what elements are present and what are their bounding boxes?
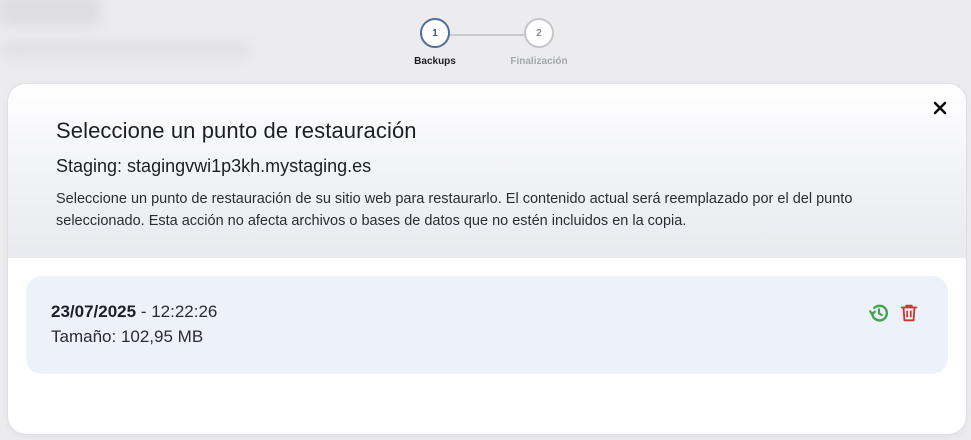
background-page-subtitle-blurred [0,42,250,58]
stepper: 1 Backups 2 Finalización [400,18,580,74]
backup-size: Tamaño: 102,95 MB [51,327,203,347]
backup-size-label: Tamaño: [51,327,121,346]
staging-domain: Staging: stagingvwi1p3kh.mystaging.es [56,156,372,176]
step-backups: 1 Backups [400,18,470,67]
backup-time: 12:22:26 [151,302,218,321]
modal-header: Seleccione un punto de restauración Stag… [8,84,966,258]
background-page-title-blurred [0,0,100,26]
backup-item: 23/07/2025 - 12:22:26 Tamaño: 102,95 MB [26,276,948,374]
restore-point-modal: Seleccione un punto de restauración Stag… [8,84,966,434]
step-1-circle: 1 [420,18,450,48]
backup-size-value: 102,95 MB [120,327,204,346]
backup-separator: - [136,302,152,321]
backup-datetime: 23/07/2025 - 12:22:26 [51,302,217,322]
delete-button[interactable] [898,302,920,324]
restore-button[interactable] [868,302,890,324]
close-button[interactable] [928,96,952,120]
step-2-circle: 2 [524,18,554,48]
step-2-label: Finalización [510,56,568,67]
step-1-label: Backups [414,56,456,67]
backup-actions [868,302,920,324]
backup-date: 23/07/2025 [51,302,137,321]
trash-icon [900,304,918,322]
close-icon [933,101,947,115]
step-finalizacion: 2 Finalización [504,18,574,67]
modal-description: Seleccione un punto de restauración de s… [56,191,853,229]
modal-title: Seleccione un punto de restauración [56,118,417,143]
restore-history-icon [869,304,889,322]
